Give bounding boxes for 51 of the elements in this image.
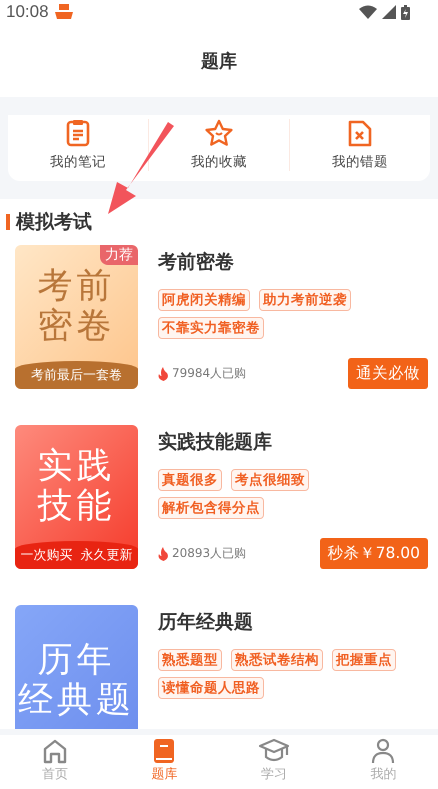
flame-icon xyxy=(158,546,169,560)
buyer-count: 20893人已购 xyxy=(172,545,246,562)
cover-title: 历年 xyxy=(38,640,116,680)
app-notification-icon xyxy=(54,4,74,20)
signal-icon xyxy=(382,5,396,19)
tab-item[interactable]: 题库 xyxy=(110,735,219,789)
buy-button[interactable]: 通关必做 xyxy=(348,358,428,389)
cover-title: 经典题 xyxy=(18,680,135,720)
shortcut-button[interactable]: 我的错题 xyxy=(289,119,430,171)
feature-tag: 熟悉题型 xyxy=(158,649,222,671)
buyer-count: 79984人已购 xyxy=(172,365,246,382)
feature-tag: 真题很多 xyxy=(158,469,222,491)
feature-tag: 助力考前逆袭 xyxy=(259,289,351,311)
tab-item[interactable]: 首页 xyxy=(0,735,110,789)
buy-button[interactable]: 秒杀￥78.00 xyxy=(320,538,428,569)
cover-title: 考前 xyxy=(38,266,116,306)
feature-tag: 读懂命题人思路 xyxy=(158,677,264,699)
product-title: 实践技能题库 xyxy=(158,430,273,455)
feature-tag: 把握重点 xyxy=(332,649,396,671)
person-icon xyxy=(370,738,396,764)
home-icon xyxy=(42,738,68,764)
feature-tag: 不靠实力靠密卷 xyxy=(158,317,264,339)
product-cover[interactable]: 实践 技能 一次购买 永久更新 xyxy=(15,425,138,569)
section-title: 模拟考试 xyxy=(16,210,92,235)
clipboard-icon xyxy=(65,119,91,147)
page-title: 题库 xyxy=(201,50,237,72)
product-cover[interactable]: 力荐 考前 密卷 考前最后一套卷 xyxy=(15,245,138,389)
cover-title: 密卷 xyxy=(38,306,116,346)
shortcut-button[interactable]: 我的笔记 xyxy=(8,119,148,171)
book-icon xyxy=(152,738,176,764)
wifi-icon xyxy=(359,5,377,19)
flame-icon xyxy=(158,366,169,380)
tab-item[interactable]: 学习 xyxy=(219,735,328,789)
battery-icon xyxy=(401,4,410,20)
tab-item[interactable]: 我的 xyxy=(328,735,438,789)
feature-tag: 解析包含得分点 xyxy=(158,497,264,519)
feature-tag: 考点很细致 xyxy=(231,469,309,491)
status-time: 10:08 xyxy=(6,2,49,22)
product-title: 考前密卷 xyxy=(158,250,235,275)
recommend-badge: 力荐 xyxy=(100,245,138,265)
cover-ribbon: 考前最后一套卷 xyxy=(15,361,138,389)
feature-tag: 熟悉试卷结构 xyxy=(231,649,323,671)
product-cover[interactable]: 历年 经典题 xyxy=(15,605,138,729)
graduation-cap-icon xyxy=(258,738,290,764)
cover-title: 技能 xyxy=(38,486,116,526)
cover-title: 实践 xyxy=(38,446,116,486)
product-title: 历年经典题 xyxy=(158,610,254,635)
star-icon xyxy=(204,119,234,147)
file-x-icon xyxy=(347,119,373,147)
feature-tag: 阿虎闭关精编 xyxy=(158,289,250,311)
cover-ribbon: 一次购买 永久更新 xyxy=(15,541,138,569)
